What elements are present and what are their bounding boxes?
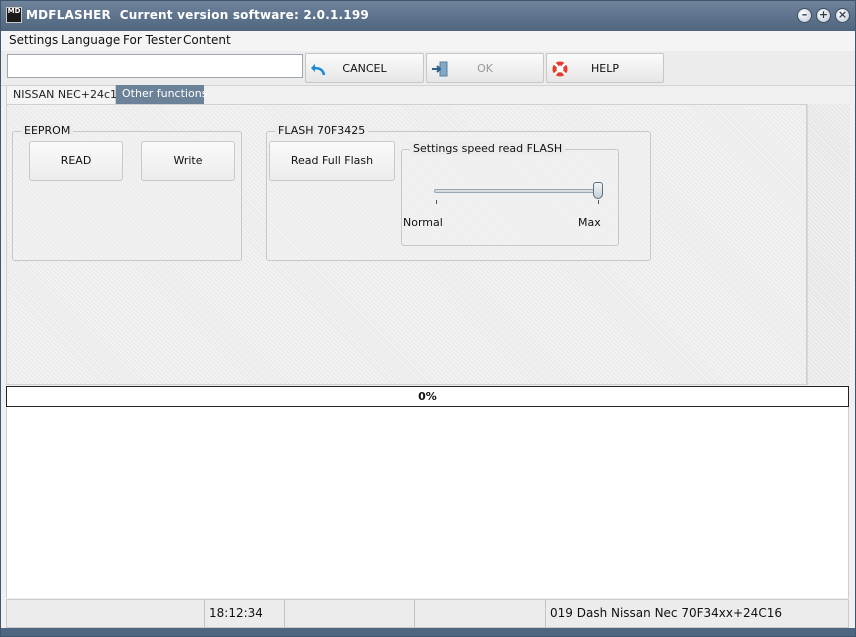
title-bar[interactable]: MD MDFLASHER Current version software: 2…: [1, 1, 855, 31]
speed-min-label: Normal: [403, 216, 443, 229]
flash-group: FLASH 70F3425 Read Full Flash Settings s…: [266, 124, 651, 261]
log-output[interactable]: [6, 407, 849, 598]
status-cell-4: [415, 600, 546, 627]
menu-language[interactable]: Language: [61, 33, 120, 47]
flash-group-title: FLASH 70F3425: [275, 124, 369, 137]
cancel-label: CANCEL: [342, 62, 387, 75]
help-label: HELP: [591, 62, 619, 75]
help-button[interactable]: HELP: [546, 53, 664, 83]
status-time: 18:12:34: [205, 600, 285, 627]
eeprom-read-button[interactable]: READ: [29, 141, 123, 181]
progress-text: 0%: [418, 390, 437, 403]
status-cell-1: [7, 600, 205, 627]
speed-slider-handle[interactable]: [593, 182, 603, 199]
ok-label: OK: [477, 62, 493, 75]
close-icon[interactable]: ×: [835, 8, 850, 23]
app-window: MD MDFLASHER Current version software: 2…: [0, 0, 856, 637]
window-title: MDFLASHER Current version software: 2.0.…: [26, 8, 369, 22]
speed-slider-track[interactable]: [434, 189, 602, 193]
menu-for-tester[interactable]: For Tester: [123, 33, 182, 47]
progress-bar: 0%: [6, 386, 849, 407]
eeprom-write-button[interactable]: Write: [141, 141, 235, 181]
cancel-button[interactable]: CANCEL: [305, 53, 424, 83]
speed-max-label: Max: [578, 216, 601, 229]
tab-nissan-nec[interactable]: NISSAN NEC+24c16: [6, 85, 124, 104]
read-full-flash-button[interactable]: Read Full Flash: [269, 141, 395, 181]
tab-other-functions[interactable]: Other functions: [116, 85, 207, 104]
panel-right-area: [807, 104, 850, 385]
app-name: MDFLASHER: [26, 8, 111, 22]
version-title: Current version software: 2.0.1.199: [119, 8, 369, 22]
slider-tick-min: [436, 200, 437, 204]
tab-panel: EEPROM READ Write FLASH 70F3425 Read Ful…: [6, 104, 807, 385]
speed-group: Settings speed read FLASH Normal Max: [401, 142, 619, 246]
menu-content[interactable]: Content: [183, 33, 231, 47]
slider-tick-max: [598, 200, 599, 204]
eeprom-group-title: EEPROM: [21, 124, 74, 137]
menu-bar: Settings Language For Tester Content: [1, 31, 855, 51]
speed-group-title: Settings speed read FLASH: [410, 142, 566, 155]
maximize-icon[interactable]: +: [816, 8, 831, 23]
eeprom-group: EEPROM READ Write: [12, 124, 242, 261]
status-cell-3: [285, 600, 415, 627]
app-logo-icon: MD: [6, 7, 22, 23]
window-bottom-frame: [1, 628, 855, 636]
command-input[interactable]: [7, 54, 303, 78]
toolbar: CANCEL OK HELP: [1, 51, 855, 86]
menu-settings[interactable]: Settings: [9, 33, 58, 47]
status-bar: 18:12:34 019 Dash Nissan Nec 70F34xx+24C…: [6, 599, 849, 628]
status-device: 019 Dash Nissan Nec 70F34xx+24C16: [550, 606, 782, 620]
ok-button[interactable]: OK: [426, 53, 544, 83]
minimize-icon[interactable]: –: [797, 8, 812, 23]
